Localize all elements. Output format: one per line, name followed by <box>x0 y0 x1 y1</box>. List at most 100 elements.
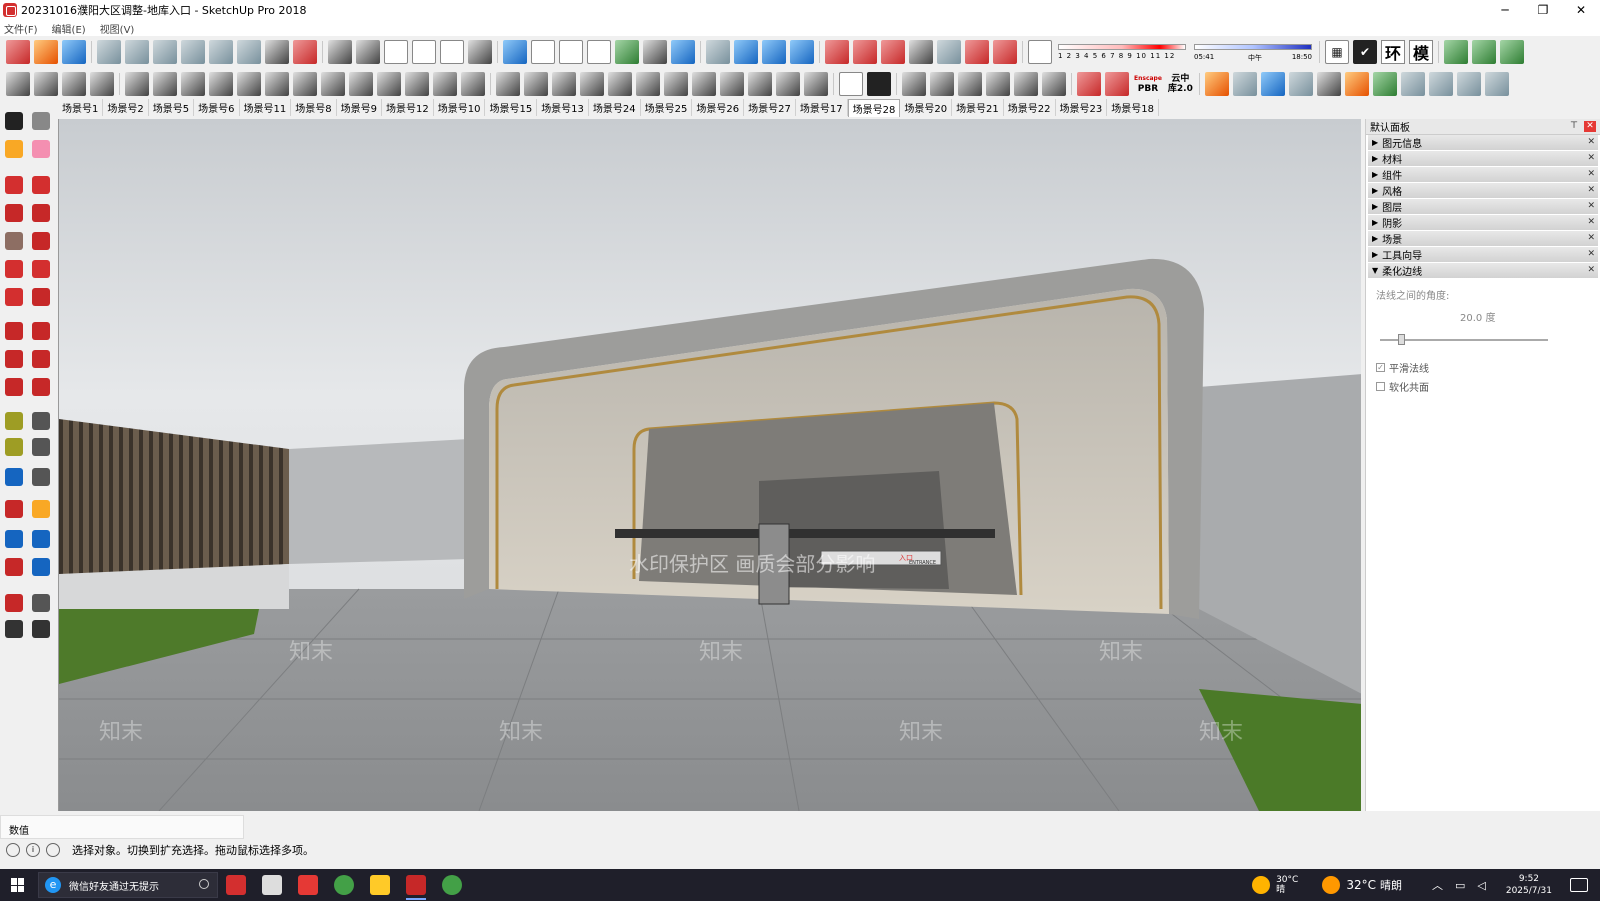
scene-tab[interactable]: 场景号23 <box>1055 99 1108 116</box>
back-edges-icon[interactable] <box>531 40 555 64</box>
axes-icon[interactable] <box>3 466 25 488</box>
wave-icon[interactable] <box>552 72 576 96</box>
clock[interactable]: 9:52 2025/7/31 <box>1506 873 1552 897</box>
browser-app[interactable] <box>326 869 362 901</box>
save-icon[interactable] <box>62 40 86 64</box>
tape-measure-icon[interactable] <box>3 410 25 432</box>
tray-close-icon[interactable]: ✕ <box>1587 169 1595 179</box>
network-icon[interactable]: ▭ <box>1455 879 1465 892</box>
pan-icon[interactable] <box>30 498 52 520</box>
eraser-icon[interactable] <box>30 138 52 160</box>
enscape-pbr-icon[interactable]: Enscape PBR <box>1134 74 1162 94</box>
model-info-icon[interactable] <box>293 40 317 64</box>
menu-file[interactable]: 文件(F) <box>4 21 38 36</box>
close-button[interactable]: ✕ <box>1562 0 1600 20</box>
mirror-icon[interactable] <box>692 72 716 96</box>
sandbox-flip-icon[interactable] <box>965 40 989 64</box>
car-icon[interactable] <box>1260 72 1285 96</box>
stairs-icon[interactable] <box>1444 40 1468 64</box>
display-section-icon[interactable] <box>762 40 786 64</box>
pie-icon[interactable] <box>30 286 52 308</box>
notification-icon[interactable] <box>1570 878 1588 892</box>
panel-close-button[interactable]: ✕ <box>1584 121 1596 132</box>
select-icon[interactable] <box>3 110 25 132</box>
check-icon[interactable]: ✔ <box>1353 40 1377 64</box>
tray-close-icon[interactable]: ✕ <box>1587 153 1595 163</box>
material-cube-icon[interactable] <box>1077 72 1101 96</box>
new-file-icon[interactable] <box>6 40 30 64</box>
top-view-icon[interactable] <box>356 40 380 64</box>
push-pull-icon[interactable] <box>30 320 52 342</box>
wps-app[interactable] <box>290 869 326 901</box>
pencil-icon[interactable] <box>3 174 25 196</box>
hidden-line-icon[interactable] <box>587 40 611 64</box>
scene-tab[interactable]: 场景号26 <box>692 99 745 116</box>
file-explorer-app[interactable] <box>362 869 398 901</box>
fence-icon[interactable] <box>608 72 632 96</box>
shadow-toggle-icon[interactable] <box>1028 40 1052 64</box>
sliders-icon[interactable] <box>1456 72 1481 96</box>
plugin-shield-green-icon[interactable] <box>1204 72 1229 96</box>
freehand-icon[interactable] <box>30 174 52 196</box>
curve-bend-icon[interactable] <box>181 72 205 96</box>
scene-tab[interactable]: 场景号1 <box>58 99 104 116</box>
weather-sun-icon[interactable] <box>1322 876 1341 894</box>
distribute-icon[interactable] <box>153 72 177 96</box>
chain-icon[interactable] <box>524 72 548 96</box>
tray-item[interactable]: ▼ 柔化边线 ✕ <box>1368 263 1598 279</box>
tray-item[interactable]: ▶ 图层 ✕ <box>1368 199 1598 215</box>
sync-icon[interactable] <box>1232 72 1257 96</box>
volume-icon[interactable]: ◁ <box>1477 879 1485 892</box>
angle-slider-knob[interactable] <box>1397 334 1405 345</box>
offset-icon[interactable] <box>30 376 52 398</box>
chevron-up-icon[interactable]: ︿ <box>1432 877 1443 893</box>
table-icon[interactable]: ▦ <box>1325 40 1349 64</box>
layers-tool-icon[interactable] <box>377 72 401 96</box>
sandbox-detail-icon[interactable] <box>937 40 961 64</box>
sketchup-taskbar-app[interactable] <box>398 869 434 901</box>
shaded-icon[interactable] <box>615 40 639 64</box>
split-curve-icon[interactable] <box>209 72 233 96</box>
cut-icon[interactable] <box>97 40 121 64</box>
scene-tab[interactable]: 场景号6 <box>194 99 240 116</box>
component-icon[interactable] <box>30 110 52 132</box>
scene-tab[interactable]: 场景号25 <box>640 99 693 116</box>
tray-item[interactable]: ▶ 阴影 ✕ <box>1368 215 1598 231</box>
section-plane-icon[interactable] <box>30 618 52 640</box>
array-icon[interactable] <box>720 72 744 96</box>
scene-tab[interactable]: 场景号5 <box>148 99 195 116</box>
front-view-icon[interactable] <box>384 40 408 64</box>
tray-item[interactable]: ▶ 材料 ✕ <box>1368 151 1598 167</box>
sandbox-drape-icon[interactable] <box>909 40 933 64</box>
extrude-icon[interactable] <box>433 72 457 96</box>
railing-icon[interactable] <box>636 72 660 96</box>
arc-icon[interactable] <box>3 258 25 280</box>
scene-tab[interactable]: 场景号13 <box>537 99 589 116</box>
scene-tab[interactable]: 场景号11 <box>239 99 292 116</box>
brush-icon[interactable] <box>804 72 828 96</box>
camera-icon[interactable] <box>1288 72 1313 96</box>
stair-maker-icon[interactable] <box>6 72 30 96</box>
checkbox-box[interactable]: ✓ <box>1376 363 1385 372</box>
angle-slider[interactable] <box>1380 334 1548 346</box>
walk-icon[interactable] <box>3 618 25 640</box>
wechat-app[interactable] <box>434 869 470 901</box>
orbit-icon[interactable] <box>3 498 25 520</box>
figure-icon[interactable] <box>776 72 800 96</box>
flatten-icon[interactable] <box>461 72 485 96</box>
calculator-app[interactable] <box>254 869 290 901</box>
grid-maker-icon[interactable] <box>34 72 58 96</box>
info-icon[interactable]: i <box>26 843 40 857</box>
bar-steps-icon[interactable] <box>90 72 114 96</box>
align-icon[interactable] <box>125 72 149 96</box>
shadow-time-slider[interactable]: 05:41 中午 18:50 <box>1194 40 1312 64</box>
explode-icon[interactable] <box>958 72 982 96</box>
user-icon[interactable] <box>46 843 60 857</box>
tray-item[interactable]: ▶ 组件 ✕ <box>1368 167 1598 183</box>
unlock-group-icon[interactable] <box>1014 72 1038 96</box>
loop-tool-icon[interactable] <box>265 72 289 96</box>
back-view-icon[interactable] <box>440 40 464 64</box>
position-camera-icon[interactable] <box>3 592 25 614</box>
left-view-icon[interactable] <box>468 40 492 64</box>
open-folder-icon[interactable] <box>34 40 58 64</box>
